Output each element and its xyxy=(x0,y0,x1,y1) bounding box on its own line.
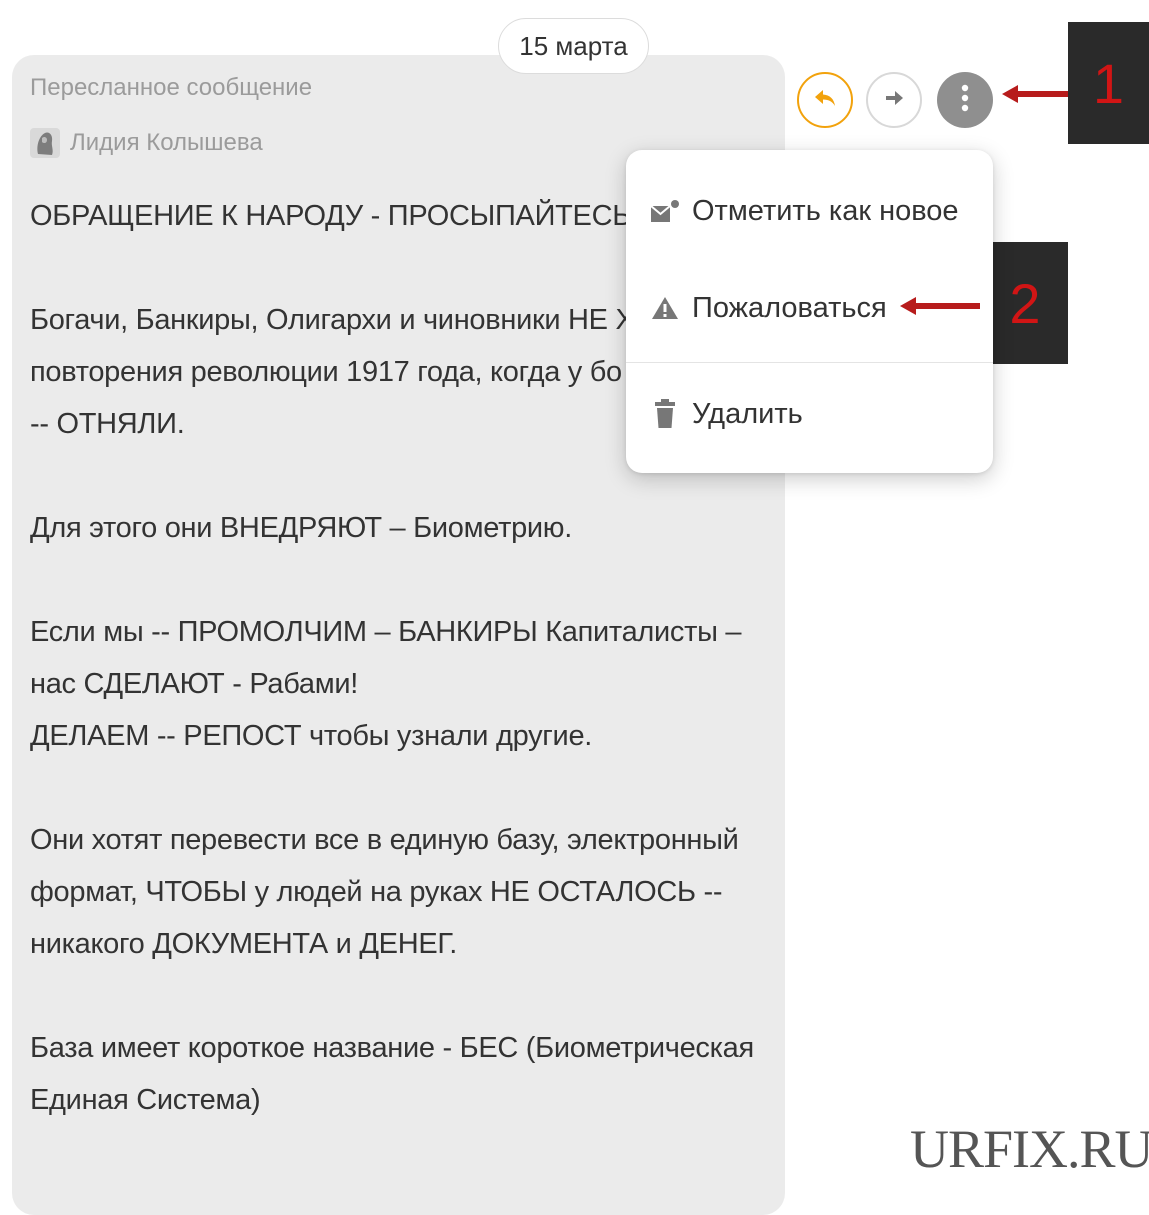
forward-button[interactable] xyxy=(866,72,922,128)
annotation-number: 2 xyxy=(1009,271,1041,335)
annotation-arrow-icon xyxy=(900,297,980,315)
date-separator: 15 марта xyxy=(498,18,649,74)
menu-item-label: Пожаловаться xyxy=(692,291,887,324)
menu-divider xyxy=(626,362,993,363)
author-name: Лидия Колышева xyxy=(70,129,263,156)
message-paragraph: База имеет короткое название - БЕС (Биом… xyxy=(30,1022,770,1126)
annotation-badge-2: 2 xyxy=(982,242,1068,364)
annotation-badge-1: 1 xyxy=(1068,22,1149,144)
watermark-logo: URFIX.RU xyxy=(910,1119,1149,1179)
reply-arrow-icon xyxy=(812,85,838,116)
menu-item-label: Отметить как новое xyxy=(692,194,959,227)
message-line: Единая Система) xyxy=(30,1084,261,1116)
menu-item-mark-as-new[interactable]: Отметить как новое xyxy=(626,185,993,237)
forwarded-label: Пересланное сообщение xyxy=(30,74,313,101)
date-label: 15 марта xyxy=(519,30,628,61)
message-paragraph: Если мы -- ПРОМОЛЧИМ – БАНКИРЫ Капиталис… xyxy=(30,606,770,762)
reply-button[interactable] xyxy=(797,72,853,128)
more-options-button[interactable] xyxy=(937,72,993,128)
message-line: Для этого они ВНЕДРЯЮТ – Биометрию. xyxy=(30,512,573,544)
message-line: Они хотят перевести все в единую базу, э… xyxy=(30,824,739,856)
message-line: База имеет короткое название - БЕС (Биом… xyxy=(30,1032,754,1064)
message-paragraph: Для этого они ВНЕДРЯЮТ – Биометрию. xyxy=(30,502,770,554)
annotation-number: 1 xyxy=(1092,51,1125,115)
message-line: нас СДЕЛАЮТ - Рабами! xyxy=(30,668,358,700)
trash-icon xyxy=(650,399,680,429)
message-line: ДЕЛАЕМ -- РЕПОСТ чтобы узнали другие. xyxy=(30,720,593,752)
envelope-new-icon xyxy=(650,196,680,226)
message-line: никакого ДОКУМЕНТА и ДЕНЕГ. xyxy=(30,928,458,960)
forward-arrow-icon xyxy=(883,87,905,114)
author-row[interactable]: Лидия Колышева xyxy=(30,128,263,158)
author-avatar-icon xyxy=(30,128,60,158)
annotation-arrow-icon xyxy=(1002,85,1068,103)
message-line: формат, ЧТОБЫ у людей на руках НЕ ОСТАЛО… xyxy=(30,876,723,908)
menu-item-delete[interactable]: Удалить xyxy=(626,388,993,440)
vertical-dots-icon xyxy=(960,83,970,118)
message-paragraph: Они хотят перевести все в единую базу, э… xyxy=(30,814,770,970)
message-line: Если мы -- ПРОМОЛЧИМ – БАНКИРЫ Капиталис… xyxy=(30,616,742,648)
warning-triangle-icon xyxy=(650,293,680,323)
menu-item-label: Удалить xyxy=(692,397,803,430)
